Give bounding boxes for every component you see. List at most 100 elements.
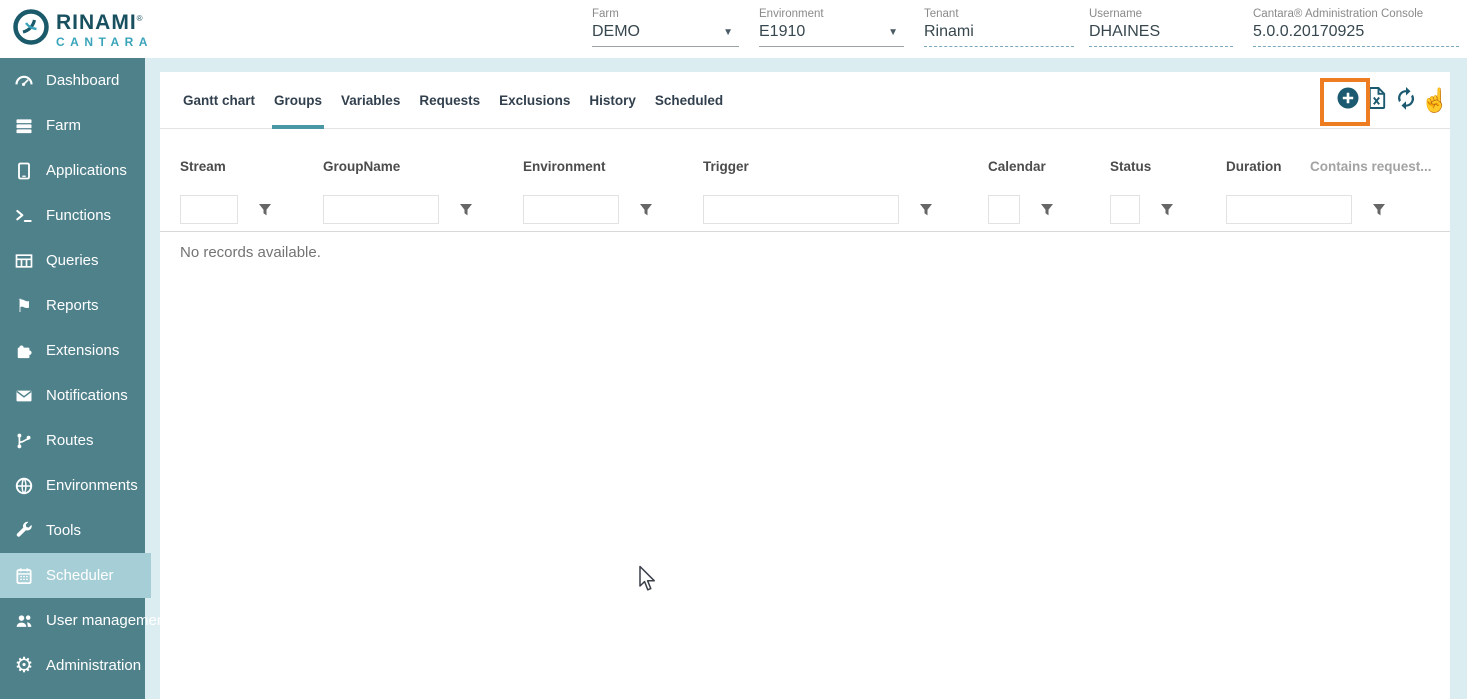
sidebar-item-label: Extensions bbox=[46, 342, 119, 359]
calendar-filter-input[interactable] bbox=[988, 195, 1020, 224]
sidebar-item-queries[interactable]: Queries bbox=[0, 238, 145, 283]
console-version-field: Cantara® Administration Console 5.0.0.20… bbox=[1253, 8, 1459, 47]
sidebar-nav: Dashboard Farm Applications Functions Qu bbox=[0, 58, 145, 699]
trigger-filter-input[interactable] bbox=[703, 195, 899, 224]
filter-icon[interactable] bbox=[639, 202, 654, 217]
farm-label: Farm bbox=[592, 8, 739, 20]
notifications-icon bbox=[13, 385, 35, 407]
groupname-filter-input[interactable] bbox=[323, 195, 439, 224]
username-field: Username DHAINES bbox=[1089, 8, 1233, 47]
sidebar-item-label: Queries bbox=[46, 252, 99, 269]
mouse-cursor bbox=[637, 565, 657, 598]
tenant-label: Tenant bbox=[924, 8, 1074, 20]
sidebar-item-functions[interactable]: Functions bbox=[0, 193, 145, 238]
column-header-status[interactable]: Status bbox=[1110, 159, 1151, 174]
chevron-down-icon: ▼ bbox=[723, 27, 733, 38]
rinami-logo-icon bbox=[12, 8, 50, 51]
tab-groups[interactable]: Groups bbox=[274, 72, 322, 129]
functions-icon bbox=[13, 205, 35, 227]
tab-exclusions[interactable]: Exclusions bbox=[499, 72, 570, 129]
refresh-icon bbox=[1394, 86, 1418, 115]
registered-mark: ® bbox=[137, 14, 144, 23]
tab-variables[interactable]: Variables bbox=[341, 72, 400, 129]
top-header: RINAMI® CANTARA Farm DEMO▼ Environment E… bbox=[0, 0, 1467, 58]
tenant-value: Rinami bbox=[924, 23, 1074, 47]
column-header-trigger[interactable]: Trigger bbox=[703, 159, 749, 174]
username-value: DHAINES bbox=[1089, 23, 1233, 47]
groups-grid-header: Stream GroupName Environment bbox=[160, 129, 1450, 232]
console-version-value: 5.0.0.20170925 bbox=[1253, 23, 1459, 47]
sidebar-item-label: Dashboard bbox=[46, 72, 119, 89]
tab-scheduled[interactable]: Scheduled bbox=[655, 72, 723, 129]
hand-pointer-icon: ☝ bbox=[1421, 89, 1450, 112]
brand-name: RINAMI® bbox=[56, 12, 153, 33]
sidebar-item-label: Farm bbox=[46, 117, 81, 134]
reports-icon: ⚑ bbox=[13, 295, 35, 317]
refresh-button[interactable] bbox=[1394, 87, 1418, 114]
sidebar-item-label: Routes bbox=[46, 432, 94, 449]
column-header-groupname[interactable]: GroupName bbox=[323, 159, 400, 174]
filter-icon[interactable] bbox=[459, 202, 474, 217]
sidebar-item-label: Scheduler bbox=[46, 567, 114, 584]
filter-icon[interactable] bbox=[1372, 202, 1387, 217]
sidebar-item-label: Tools bbox=[46, 522, 81, 539]
filter-icon[interactable] bbox=[919, 202, 934, 217]
user-management-icon bbox=[13, 610, 35, 632]
filter-icon[interactable] bbox=[1160, 202, 1175, 217]
tenant-field: Tenant Rinami bbox=[924, 8, 1074, 47]
environment-select[interactable]: Environment E1910▼ bbox=[759, 8, 904, 47]
status-filter-input[interactable] bbox=[1110, 195, 1140, 224]
queries-icon bbox=[13, 250, 35, 272]
empty-records-message: No records available. bbox=[180, 244, 321, 261]
filter-icon[interactable] bbox=[1040, 202, 1055, 217]
sidebar-item-user-management[interactable]: User management bbox=[0, 598, 145, 643]
column-header-duration[interactable]: Duration bbox=[1226, 159, 1282, 174]
administration-icon: ⚙ bbox=[13, 655, 35, 677]
sidebar-item-label: User management bbox=[46, 612, 169, 629]
sidebar-item-applications[interactable]: Applications bbox=[0, 148, 145, 193]
column-header-calendar[interactable]: Calendar bbox=[988, 159, 1046, 174]
sidebar-item-routes[interactable]: Routes bbox=[0, 418, 145, 463]
sidebar-item-label: Functions bbox=[46, 207, 111, 224]
sidebar-item-label: Applications bbox=[46, 162, 127, 179]
console-version-label: Cantara® Administration Console bbox=[1253, 8, 1459, 20]
environment-filter-input[interactable] bbox=[523, 195, 619, 224]
environments-icon bbox=[13, 475, 35, 497]
chevron-down-icon: ▼ bbox=[888, 27, 898, 38]
environment-label: Environment bbox=[759, 8, 904, 20]
sidebar-item-extensions[interactable]: Extensions bbox=[0, 328, 145, 373]
tab-gantt-chart[interactable]: Gantt chart bbox=[183, 72, 255, 129]
farm-icon bbox=[13, 115, 35, 137]
rinami-cantara-logo: RINAMI® CANTARA bbox=[12, 8, 153, 51]
duration-filter-input[interactable] bbox=[1226, 195, 1352, 224]
column-header-contains-request: Contains request... bbox=[1310, 159, 1432, 174]
sidebar-item-notifications[interactable]: Notifications bbox=[0, 373, 145, 418]
tools-icon bbox=[13, 520, 35, 542]
sidebar-item-farm[interactable]: Farm bbox=[0, 103, 145, 148]
sidebar-item-environments[interactable]: Environments bbox=[0, 463, 145, 508]
filter-icon[interactable] bbox=[258, 202, 273, 217]
pointer-mode-button[interactable]: ☝ bbox=[1423, 87, 1447, 114]
sidebar-item-reports[interactable]: ⚑ Reports bbox=[0, 283, 145, 328]
sidebar-item-label: Administration bbox=[46, 657, 141, 674]
tab-history[interactable]: History bbox=[589, 72, 636, 129]
sidebar-item-label: Notifications bbox=[46, 387, 128, 404]
sidebar-item-administration[interactable]: ⚙ Administration bbox=[0, 643, 145, 688]
farm-select[interactable]: Farm DEMO▼ bbox=[592, 8, 739, 47]
farm-value[interactable]: DEMO▼ bbox=[592, 23, 739, 47]
scheduler-tabs: Gantt chart Groups Variables Requests Ex… bbox=[160, 72, 1450, 129]
brand-subname: CANTARA bbox=[56, 36, 153, 48]
sidebar-item-scheduler[interactable]: Scheduler bbox=[0, 553, 151, 598]
scheduler-icon bbox=[13, 565, 35, 587]
highlight-annotation-box bbox=[1320, 78, 1370, 126]
dashboard-icon bbox=[13, 70, 35, 92]
stream-filter-input[interactable] bbox=[180, 195, 238, 224]
sidebar-item-tools[interactable]: Tools bbox=[0, 508, 145, 553]
tab-requests[interactable]: Requests bbox=[419, 72, 480, 129]
routes-icon bbox=[13, 430, 35, 452]
sidebar-item-dashboard[interactable]: Dashboard bbox=[0, 58, 145, 103]
sidebar-item-label: Reports bbox=[46, 297, 99, 314]
column-header-stream[interactable]: Stream bbox=[180, 159, 226, 174]
column-header-environment[interactable]: Environment bbox=[523, 159, 606, 174]
environment-value[interactable]: E1910▼ bbox=[759, 23, 904, 47]
